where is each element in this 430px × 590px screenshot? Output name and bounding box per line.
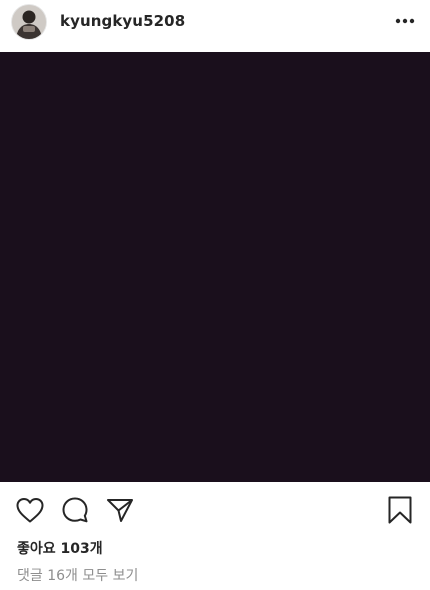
post-photo[interactable] — [0, 52, 430, 482]
save-button[interactable] — [384, 494, 416, 526]
avatar[interactable] — [12, 5, 46, 39]
username[interactable]: kyungkyu5208 — [60, 12, 185, 30]
more-options-button[interactable] — [392, 10, 418, 34]
heart-icon — [16, 498, 44, 523]
instagram-post: kyungkyu5208 좋아요 103개 댓글 16개 모두 보기 — [0, 0, 430, 590]
comment-bubble-icon — [62, 497, 88, 523]
action-bar — [0, 482, 430, 538]
likes-count[interactable]: 좋아요 103개 — [17, 538, 103, 558]
bookmark-icon — [388, 496, 412, 524]
share-button[interactable] — [104, 494, 136, 526]
send-paper-plane-icon — [107, 499, 133, 522]
post-header: kyungkyu5208 — [0, 0, 430, 52]
view-all-comments-link[interactable]: 댓글 16개 모두 보기 — [17, 565, 138, 585]
like-button[interactable] — [14, 494, 46, 526]
comment-button[interactable] — [59, 494, 91, 526]
avatar-image — [12, 5, 46, 39]
more-options-icon — [395, 18, 415, 24]
